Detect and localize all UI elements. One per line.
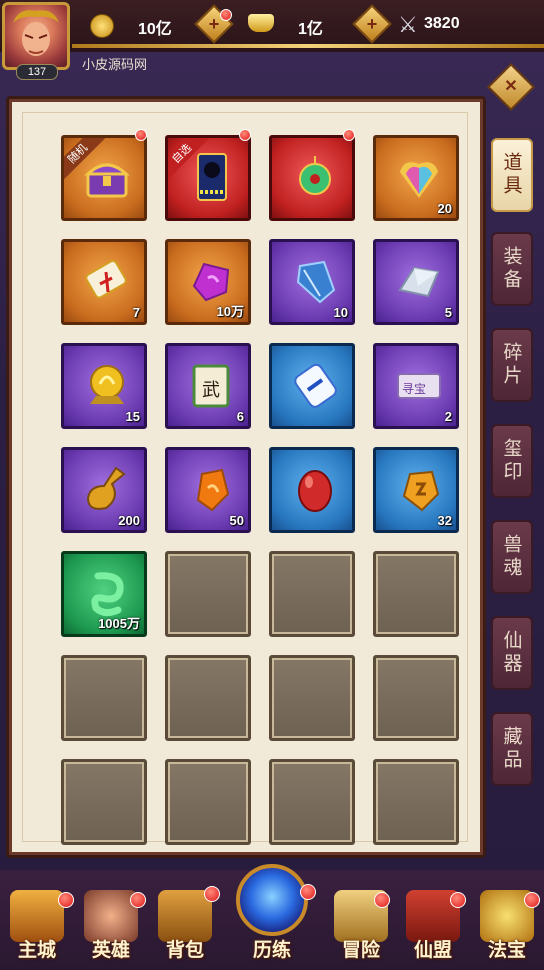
- inventory-item[interactable]: 200: [61, 447, 147, 533]
- scroll-glyph: 武: [202, 380, 220, 401]
- top-bar-divider: [72, 44, 544, 48]
- empty-slot[interactable]: [373, 655, 459, 741]
- jade-pendant-icon: [299, 156, 331, 195]
- close-panel-button[interactable]: ✕: [486, 62, 536, 112]
- crossed-close-icon: ✕: [504, 78, 518, 95]
- empty-slot[interactable]: [165, 759, 251, 845]
- inventory-item[interactable]: 7: [61, 239, 147, 325]
- tab-items[interactable]: 道具: [491, 138, 533, 212]
- item-count: 32: [437, 513, 452, 528]
- nav-label: 历练: [252, 939, 291, 961]
- inventory-item[interactable]: 5: [373, 239, 459, 325]
- inventory-item[interactable]: 32: [373, 447, 459, 533]
- inventory-item[interactable]: 10万: [165, 239, 251, 325]
- item-count: 50: [229, 513, 244, 528]
- scroll-ribbon-icon: [85, 259, 127, 299]
- notification-dot: [300, 884, 316, 900]
- gold-rune-stone-icon: [402, 470, 440, 512]
- inventory-item[interactable]: [269, 343, 355, 429]
- tab-equipment[interactable]: 装备: [491, 232, 533, 306]
- tab-fragments[interactable]: 碎片: [491, 328, 533, 402]
- inventory-item[interactable]: 50: [165, 447, 251, 533]
- crossed-swords-icon: ⚔: [398, 12, 418, 37]
- tab-artifacts[interactable]: 仙器: [491, 616, 533, 690]
- inventory-item[interactable]: [269, 135, 355, 221]
- silver-ingot-icon: [398, 266, 440, 298]
- nav-label: 法宝: [487, 939, 526, 961]
- empty-slot[interactable]: [61, 759, 147, 845]
- item-count: 10万: [216, 304, 244, 319]
- blue-scroll-icon: [294, 363, 337, 408]
- crystal-icon: [296, 260, 336, 304]
- empty-slot[interactable]: [269, 759, 355, 845]
- red-egg-icon: [298, 470, 332, 512]
- nav-training[interactable]: 历练: [237, 884, 307, 964]
- inventory-item[interactable]: 武 6: [165, 343, 251, 429]
- empty-slot[interactable]: [165, 551, 251, 637]
- notification-dot: [239, 129, 251, 141]
- power-value: 3820: [424, 15, 460, 32]
- player-avatar[interactable]: [2, 2, 70, 70]
- notification-dot: [220, 9, 232, 21]
- notification-dot: [135, 129, 147, 141]
- nav-label: 主城: [17, 939, 56, 961]
- empty-slot[interactable]: [165, 655, 251, 741]
- jade-dragon-icon: [91, 572, 124, 617]
- plus-icon: +: [366, 14, 378, 34]
- inventory-grid: 随机 自选 20 7 10万 10 5 15 武 6 寻宝 2 200 50 3…: [22, 112, 468, 845]
- item-count: 2: [444, 409, 452, 424]
- item-count: 5: [444, 305, 452, 320]
- notification-dot: [450, 892, 466, 908]
- empty-slot[interactable]: [61, 655, 147, 741]
- hero-portrait-icon: [13, 10, 59, 56]
- notification-dot: [58, 892, 74, 908]
- inventory-item[interactable]: 10: [269, 239, 355, 325]
- item-count: 20: [437, 201, 452, 216]
- inventory-item[interactable]: 寻宝 2: [373, 343, 459, 429]
- notification-dot: [343, 129, 355, 141]
- inventory-item[interactable]: [269, 447, 355, 533]
- nav-label: 英雄: [91, 939, 130, 961]
- inventory-item[interactable]: 自选: [165, 135, 251, 221]
- tab-seals[interactable]: 玺印: [491, 424, 533, 498]
- notification-dot: [524, 892, 540, 908]
- empty-slot[interactable]: [269, 655, 355, 741]
- purple-stone-icon: [192, 262, 230, 302]
- player-name: 小皮源码网: [82, 57, 148, 72]
- tab-collectibles[interactable]: 藏品: [491, 712, 533, 786]
- nav-label: 仙盟: [413, 939, 452, 961]
- notification-dot: [374, 892, 390, 908]
- ingot-amount: 1亿: [298, 21, 323, 38]
- item-count: 15: [125, 409, 140, 424]
- empty-slot[interactable]: [373, 551, 459, 637]
- golden-orb-icon: [90, 365, 124, 404]
- inventory-item[interactable]: 随机: [61, 135, 147, 221]
- inventory-panel: 随机 自选 20 7 10万 10 5 15 武 6 寻宝 2 200 50 3…: [12, 102, 480, 852]
- player-level-badge: 137: [16, 64, 58, 80]
- item-count: 10: [333, 305, 348, 320]
- item-count: 1005万: [98, 616, 140, 631]
- item-count: 6: [236, 409, 244, 424]
- coin-amount: 10亿: [138, 21, 172, 38]
- hero-card-icon: [197, 153, 227, 201]
- empty-slot[interactable]: [269, 551, 355, 637]
- orange-stone-icon: [196, 468, 230, 512]
- ticket-label: 寻宝: [402, 382, 427, 396]
- tab-beast-souls[interactable]: 兽魂: [491, 520, 533, 594]
- gold-ingot-icon: [248, 14, 274, 32]
- nav-label: 冒险: [341, 939, 380, 961]
- copper-coin-icon: [90, 14, 114, 38]
- gourd-potion-icon: [86, 466, 126, 510]
- inventory-item[interactable]: 1005万: [61, 551, 147, 637]
- treasure-chest-icon: [84, 163, 130, 198]
- notification-dot: [130, 892, 146, 908]
- empty-slot[interactable]: [373, 759, 459, 845]
- item-count: 200: [118, 513, 140, 528]
- item-count: 7: [132, 305, 140, 320]
- inventory-item[interactable]: 15: [61, 343, 147, 429]
- nav-label: 背包: [165, 939, 204, 961]
- inventory-item[interactable]: 20: [373, 135, 459, 221]
- notification-dot: [204, 886, 220, 902]
- rainbow-gem-icon: [400, 162, 438, 198]
